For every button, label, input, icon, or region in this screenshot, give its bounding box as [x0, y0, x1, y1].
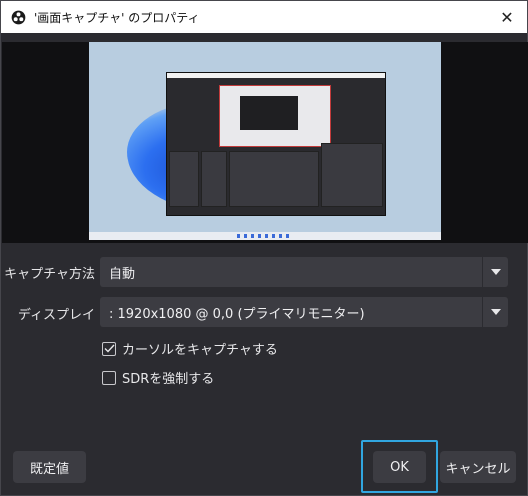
force-sdr-label: SDRを強制する [122, 372, 215, 387]
display-value: : 1920x1080 @ 0,0 (プライマリモニター) [109, 306, 365, 322]
preview-taskbar [89, 232, 441, 240]
display-label: ディスプレイ [17, 308, 95, 323]
capture-cursor-checkbox[interactable] [102, 341, 116, 356]
title-bar: '画面キャプチャ' のプロパティ ✕ [1, 1, 527, 33]
preview-app-window [166, 72, 386, 216]
capture-cursor-label: カーソルをキャプチャする [122, 343, 278, 358]
close-icon: ✕ [500, 7, 514, 27]
chevron-down-icon [482, 297, 508, 327]
defaults-button[interactable]: 既定値 [13, 451, 86, 483]
cancel-button[interactable]: キャンセル [440, 451, 516, 483]
force-sdr-option[interactable]: SDRを強制する [102, 368, 214, 387]
close-button[interactable]: ✕ [487, 1, 527, 33]
capture-method-label: キャプチャ方法 [4, 267, 95, 282]
capture-cursor-option[interactable]: カーソルをキャプチャする [102, 339, 278, 358]
display-select[interactable]: : 1920x1080 @ 0,0 (プライマリモニター) [100, 297, 508, 327]
force-sdr-checkbox[interactable] [102, 370, 116, 385]
capture-method-value: 自動 [109, 266, 136, 282]
capture-method-select[interactable]: 自動 [100, 257, 508, 287]
ok-button[interactable]: OK [373, 451, 426, 483]
capture-preview [2, 42, 528, 243]
chevron-down-icon [482, 257, 508, 287]
properties-dialog: '画面キャプチャ' のプロパティ ✕ キャプチャ方法 自動 ディスプレイ: 1… [0, 0, 528, 496]
preview-screen-image [89, 42, 441, 240]
window-title: '画面キャプチャ' のプロパティ [34, 10, 200, 25]
obs-logo-icon [10, 9, 26, 25]
